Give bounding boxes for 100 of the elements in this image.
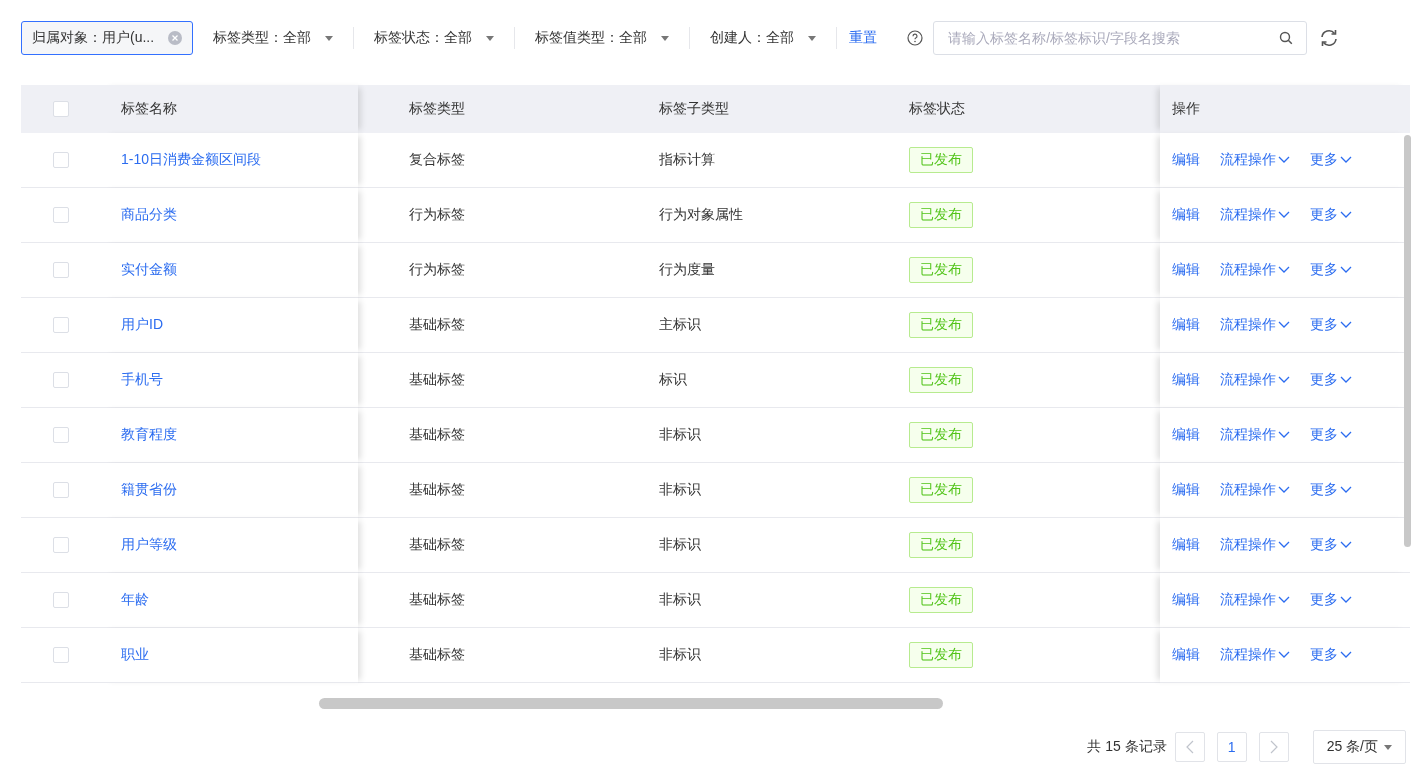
status-badge: 已发布 xyxy=(909,312,973,338)
action-link[interactable]: 更多 xyxy=(1310,261,1352,279)
column-header: 标签名称 xyxy=(121,100,177,118)
checkbox[interactable] xyxy=(52,647,69,663)
checkbox[interactable] xyxy=(52,592,69,608)
clear-icon[interactable] xyxy=(168,31,183,45)
action-link[interactable]: 更多 xyxy=(1310,426,1352,444)
checkbox[interactable] xyxy=(52,372,69,388)
table-cell: 行为度量 xyxy=(659,261,715,279)
table-cell: 基础标签 xyxy=(409,481,465,499)
status-badge: 已发布 xyxy=(909,147,973,173)
search-field[interactable]: 请输入标签名称/标签标识/字段名搜索 xyxy=(933,21,1308,55)
table-cell: 行为对象属性 xyxy=(659,206,743,224)
checkbox[interactable] xyxy=(52,101,69,117)
action-link[interactable]: 编辑 xyxy=(1172,591,1200,609)
checkbox[interactable] xyxy=(52,152,69,168)
checkbox[interactable] xyxy=(52,427,69,443)
action-link[interactable]: 流程操作 xyxy=(1220,261,1290,279)
action-link[interactable]: 流程操作 xyxy=(1220,646,1290,664)
tag-name-link[interactable]: 籍贯省份 xyxy=(121,481,177,499)
checkbox[interactable] xyxy=(52,262,69,278)
action-link[interactable]: 流程操作 xyxy=(1220,371,1290,389)
checkbox[interactable] xyxy=(52,537,69,553)
action-link[interactable]: 流程操作 xyxy=(1220,206,1290,224)
action-link[interactable]: 流程操作 xyxy=(1220,151,1290,169)
checkbox[interactable] xyxy=(52,317,69,333)
chevron-down-icon xyxy=(1278,541,1290,549)
table-cell: 基础标签 xyxy=(409,591,465,609)
tag-name-link[interactable]: 商品分类 xyxy=(121,206,177,224)
status-badge: 已发布 xyxy=(909,477,973,503)
owner-filter-chip[interactable]: 归属对象：用户(u... xyxy=(21,21,194,55)
status-badge: 已发布 xyxy=(909,642,973,668)
tag-name-link[interactable]: 教育程度 xyxy=(121,426,177,444)
action-link[interactable]: 编辑 xyxy=(1172,536,1200,554)
action-link[interactable]: 流程操作 xyxy=(1220,591,1290,609)
action-link[interactable]: 更多 xyxy=(1310,371,1352,389)
tag-name-link[interactable]: 用户等级 xyxy=(121,536,177,554)
tag-name-link[interactable]: 1-10日消费金额区间段 xyxy=(121,151,262,169)
search-icon[interactable] xyxy=(1279,31,1294,45)
action-link[interactable]: 编辑 xyxy=(1172,316,1200,334)
tag-name-link[interactable]: 年龄 xyxy=(121,591,149,609)
reset-link[interactable]: 重置 xyxy=(837,29,908,47)
action-link[interactable]: 更多 xyxy=(1310,481,1352,499)
action-link[interactable]: 流程操作 xyxy=(1220,481,1290,499)
filter-select[interactable]: 标签值类型：全部 xyxy=(515,29,690,47)
action-link[interactable]: 编辑 xyxy=(1172,426,1200,444)
action-link[interactable]: 更多 xyxy=(1310,151,1352,169)
chevron-down-icon xyxy=(1278,321,1290,329)
checkbox[interactable] xyxy=(52,482,69,498)
action-link[interactable]: 流程操作 xyxy=(1220,536,1290,554)
chevron-down-icon xyxy=(1278,211,1290,219)
status-badge: 已发布 xyxy=(909,532,973,558)
chevron-down-icon xyxy=(1340,321,1352,329)
refresh-icon[interactable] xyxy=(1319,28,1340,48)
page-button[interactable]: 1 xyxy=(1216,732,1247,762)
status-badge: 已发布 xyxy=(909,202,973,228)
table-cell: 非标识 xyxy=(659,646,701,664)
action-link[interactable]: 更多 xyxy=(1310,536,1352,554)
tag-name-link[interactable]: 用户ID xyxy=(121,316,163,334)
table-cell: 基础标签 xyxy=(409,316,465,334)
filter-select[interactable]: 标签状态：全部 xyxy=(354,29,515,47)
checkbox[interactable] xyxy=(52,207,69,223)
column-header: 标签子类型 xyxy=(659,100,729,118)
action-link[interactable]: 编辑 xyxy=(1172,646,1200,664)
table-cell: 基础标签 xyxy=(409,371,465,389)
vertical-scrollbar[interactable] xyxy=(1404,135,1411,547)
filter-select[interactable]: 创建人：全部 xyxy=(690,29,837,47)
action-link[interactable]: 编辑 xyxy=(1172,371,1200,389)
tag-name-link[interactable]: 手机号 xyxy=(121,371,163,389)
column-header: 操作 xyxy=(1172,100,1200,118)
table-cell: 非标识 xyxy=(659,426,701,444)
chevron-down-icon xyxy=(1340,156,1352,164)
action-link[interactable]: 更多 xyxy=(1310,591,1352,609)
filter-select[interactable]: 标签类型：全部 xyxy=(193,29,354,47)
page-size-select[interactable]: 25 条/页 xyxy=(1312,730,1406,764)
table-cell: 非标识 xyxy=(659,481,701,499)
status-badge: 已发布 xyxy=(909,257,973,283)
horizontal-scrollbar[interactable] xyxy=(319,698,943,709)
tag-name-link[interactable]: 实付金额 xyxy=(121,261,177,279)
action-link[interactable]: 更多 xyxy=(1310,316,1352,334)
help-icon[interactable] xyxy=(907,30,924,46)
action-link[interactable]: 编辑 xyxy=(1172,206,1200,224)
action-link[interactable]: 更多 xyxy=(1310,206,1352,224)
chevron-down-icon xyxy=(1278,651,1290,659)
table-cell: 标识 xyxy=(659,371,687,389)
column-header: 标签状态 xyxy=(909,100,965,118)
action-link[interactable]: 编辑 xyxy=(1172,261,1200,279)
chevron-down-icon xyxy=(1278,376,1290,384)
chevron-down-icon xyxy=(1278,156,1290,164)
table-cell: 基础标签 xyxy=(409,536,465,554)
action-link[interactable]: 更多 xyxy=(1310,646,1352,664)
tag-name-link[interactable]: 职业 xyxy=(121,646,149,664)
chevron-down-icon xyxy=(1340,266,1352,274)
chevron-down-icon xyxy=(1278,486,1290,494)
action-link[interactable]: 流程操作 xyxy=(1220,316,1290,334)
chevron-down-icon xyxy=(1340,486,1352,494)
action-link[interactable]: 编辑 xyxy=(1172,151,1200,169)
chevron-down-icon xyxy=(1340,376,1352,384)
action-link[interactable]: 流程操作 xyxy=(1220,426,1290,444)
action-link[interactable]: 编辑 xyxy=(1172,481,1200,499)
